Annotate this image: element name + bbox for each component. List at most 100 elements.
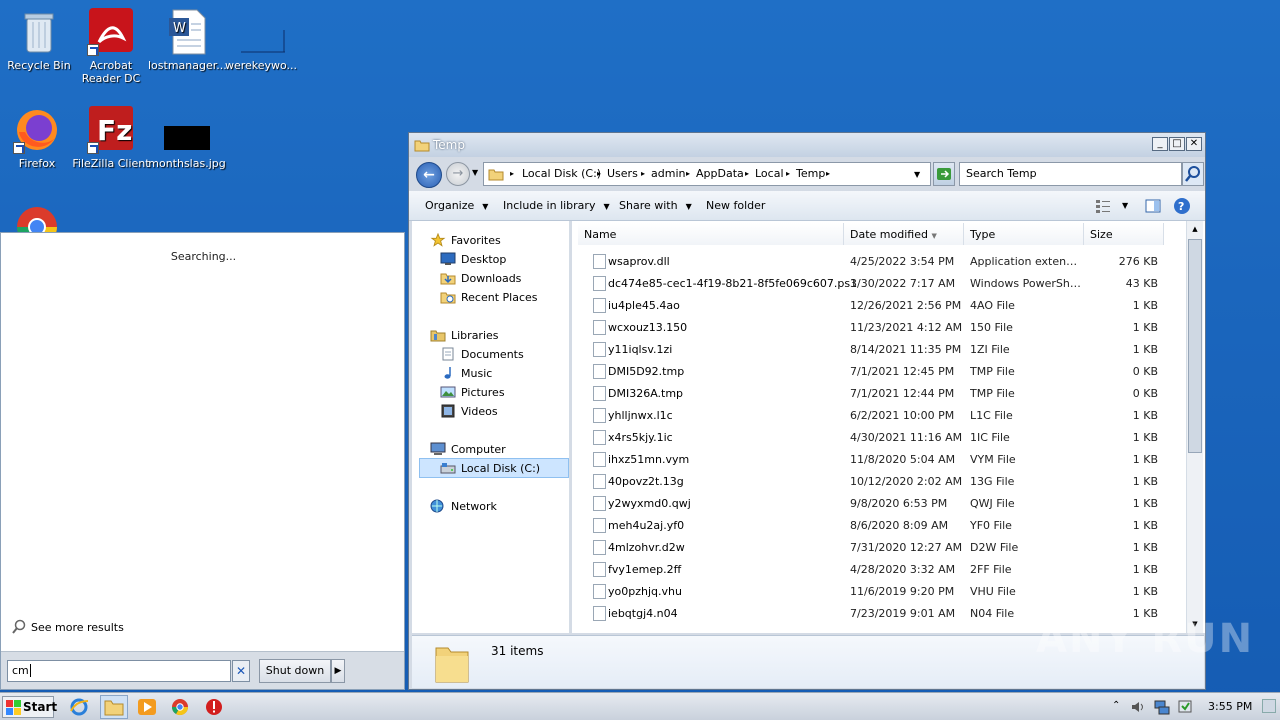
include-in-library-menu[interactable]: Include in library ▼ xyxy=(503,199,610,212)
chrome-icon[interactable] xyxy=(169,697,191,717)
nav-videos[interactable]: Videos xyxy=(440,402,498,420)
internet-explorer-icon[interactable] xyxy=(68,697,90,717)
address-bar[interactable]: ▸ Local Disk (C:) ▸ Users ▸ admin ▸ AppD… xyxy=(483,162,931,186)
file-row[interactable]: yo0pzhjq.vhu 11/6/2019 9:20 PM VHU File 1 K… xyxy=(572,581,1184,603)
title-bar[interactable]: Temp _ □ ✕ xyxy=(409,133,1205,157)
chrome-desktop-icon-partial[interactable] xyxy=(14,204,60,232)
file-row[interactable]: yhlljnwx.l1c 6/2/2021 10:00 PM L1C File 1 K… xyxy=(572,405,1184,427)
clear-search-icon[interactable]: ✕ xyxy=(232,660,250,682)
breadcrumb-arrow-icon[interactable]: ▸ xyxy=(597,169,601,178)
preview-pane-icon[interactable] xyxy=(1145,198,1161,214)
start-search-input[interactable]: cm xyxy=(7,660,231,682)
nav-recent-places[interactable]: Recent Places xyxy=(440,288,538,306)
file-row[interactable]: DMI326A.tmp 7/1/2021 12:44 PM TMP File 0 KB xyxy=(572,383,1184,405)
file-row[interactable]: ihxz51mn.vym 11/8/2020 5:04 AM VYM File 1 K… xyxy=(572,449,1184,471)
breadcrumb-admin[interactable]: admin xyxy=(651,167,685,180)
file-date-modified: 11/8/2020 5:04 AM xyxy=(850,453,956,466)
volume-icon[interactable] xyxy=(1130,699,1146,715)
organize-menu[interactable]: Organize ▼ xyxy=(425,199,488,212)
view-options-icon[interactable] xyxy=(1095,198,1111,214)
file-row[interactable]: 40povz2t.13g 10/12/2020 2:02 AM 13G File 1 … xyxy=(572,471,1184,493)
refresh-button[interactable] xyxy=(933,162,955,186)
scroll-up-icon[interactable]: ▲ xyxy=(1188,222,1202,236)
breadcrumb-temp[interactable]: Temp xyxy=(796,167,825,180)
file-row[interactable]: y11iqlsv.1zi 8/14/2021 11:35 PM 1ZI File 1 … xyxy=(572,339,1184,361)
desktop-icon-recycle-bin[interactable]: Recycle Bin xyxy=(0,8,78,72)
file-row[interactable]: x4rs5kjy.1ic 4/30/2021 11:16 AM 1IC File 1 … xyxy=(572,427,1184,449)
breadcrumb-arrow-icon[interactable]: ▸ xyxy=(510,169,514,178)
file-row[interactable]: wsaprov.dll 4/25/2022 3:54 PM Application … xyxy=(572,251,1184,273)
column-header-type[interactable]: Type xyxy=(964,223,1084,245)
nav-network[interactable]: Network xyxy=(430,497,497,515)
new-folder-button[interactable]: New folder xyxy=(706,199,765,212)
breadcrumb-arrow-icon[interactable]: ▸ xyxy=(745,169,749,178)
maximize-button[interactable]: □ xyxy=(1169,137,1185,151)
file-row[interactable]: dc474e85-cec1-4f19-8b21-8f5fe069c607.ps1… xyxy=(572,273,1184,295)
breadcrumb-appdata[interactable]: AppData xyxy=(696,167,744,180)
help-icon[interactable]: ? xyxy=(1173,197,1191,215)
file-size: 0 KB xyxy=(1132,387,1158,400)
nav-desktop[interactable]: Desktop xyxy=(440,250,506,268)
file-row[interactable]: wcxouz13.150 11/23/2021 4:12 AM 150 File 1 … xyxy=(572,317,1184,339)
desktop-icon-jpg[interactable]: monthslas.jpg xyxy=(148,106,226,170)
file-row[interactable]: fvy1emep.2ff 4/28/2020 3:32 AM 2FF File 1 K… xyxy=(572,559,1184,581)
security-alert-icon[interactable] xyxy=(203,697,225,717)
scrollbar-thumb[interactable] xyxy=(1188,239,1202,453)
nav-music[interactable]: Music xyxy=(440,364,492,382)
nav-label: Pictures xyxy=(461,385,505,399)
nav-local-disk[interactable]: Local Disk (C:) xyxy=(419,458,569,478)
desktop-icon-filezilla[interactable]: Fz FileZilla Client xyxy=(72,106,150,170)
column-header-name[interactable]: Name xyxy=(578,223,844,245)
close-button[interactable]: ✕ xyxy=(1186,137,1202,151)
media-player-icon[interactable] xyxy=(136,697,158,717)
show-hidden-icons-arrow[interactable]: ⌃ xyxy=(1112,700,1120,711)
clock[interactable]: 3:55 PM xyxy=(1208,700,1252,713)
search-button[interactable] xyxy=(1182,162,1204,186)
breadcrumb-arrow-icon[interactable]: ▸ xyxy=(826,169,830,178)
address-dropdown-icon[interactable]: ▼ xyxy=(914,170,920,179)
show-desktop-button[interactable] xyxy=(1262,699,1276,713)
desktop-icon-acrobat[interactable]: Acrobat Reader DC xyxy=(72,8,150,85)
shutdown-options-arrow-icon[interactable]: ▶ xyxy=(331,659,345,683)
column-header-date-modified[interactable]: Date modified ▼ xyxy=(844,223,964,245)
column-header-size[interactable]: Size xyxy=(1084,223,1164,245)
view-dropdown-icon[interactable]: ▼ xyxy=(1122,201,1128,210)
action-center-icon[interactable] xyxy=(1176,698,1194,716)
nav-libraries[interactable]: Libraries xyxy=(430,326,499,344)
nav-downloads[interactable]: Downloads xyxy=(440,269,521,287)
nav-label: Computer xyxy=(451,442,506,456)
file-row[interactable]: 4mlzohvr.d2w 7/31/2020 12:27 AM D2W File 1 … xyxy=(572,537,1184,559)
nav-computer[interactable]: Computer xyxy=(430,440,506,458)
minimize-button[interactable]: _ xyxy=(1152,137,1168,151)
nav-documents[interactable]: Documents xyxy=(440,345,524,363)
desktop-icon-word-doc[interactable]: W lostmanager... xyxy=(148,8,227,72)
file-row[interactable]: meh4u2aj.yf0 8/6/2020 8:09 AM YF0 File 1 KB xyxy=(572,515,1184,537)
breadcrumb-local[interactable]: Local xyxy=(755,167,784,180)
breadcrumb-arrow-icon[interactable]: ▸ xyxy=(686,169,690,178)
file-name: yhlljnwx.l1c xyxy=(608,409,673,422)
breadcrumb-arrow-icon[interactable]: ▸ xyxy=(786,169,790,178)
back-button[interactable]: ← xyxy=(416,162,442,188)
network-tray-icon[interactable] xyxy=(1153,698,1171,716)
share-with-menu[interactable]: Share with ▼ xyxy=(619,199,692,212)
see-more-results-link[interactable]: See more results xyxy=(11,619,124,635)
file-row[interactable]: DMI5D92.tmp 7/1/2021 12:45 PM TMP File 0 KB xyxy=(572,361,1184,383)
forward-button[interactable]: → xyxy=(446,162,470,186)
breadcrumb-users[interactable]: Users xyxy=(607,167,638,180)
desktop-icon-blank-file[interactable]: werekeywo... xyxy=(222,8,300,72)
shutdown-button[interactable]: Shut down xyxy=(259,659,331,683)
search-input[interactable]: Search Temp xyxy=(959,162,1182,186)
file-row[interactable]: y2wyxmd0.qwj 9/8/2020 6:53 PM QWJ File 1 KB xyxy=(572,493,1184,515)
explorer-taskbar-button[interactable] xyxy=(100,695,128,719)
file-row[interactable]: iu4ple45.4ao 12/26/2021 2:56 PM 4AO File 1 … xyxy=(572,295,1184,317)
nav-pictures[interactable]: Pictures xyxy=(440,383,505,401)
breadcrumb-local-disk[interactable]: Local Disk (C:) xyxy=(522,167,601,180)
nav-favorites[interactable]: Favorites xyxy=(430,231,501,249)
desktop-icon-firefox[interactable]: Firefox xyxy=(0,106,76,170)
recent-pages-chevron-icon[interactable]: ▼ xyxy=(472,168,478,177)
start-button[interactable]: Start xyxy=(2,696,57,718)
file-icon xyxy=(593,562,606,577)
breadcrumb-arrow-icon[interactable]: ▸ xyxy=(641,169,645,178)
file-type: 150 File xyxy=(970,321,1013,334)
vertical-scrollbar[interactable]: ▲ ▼ xyxy=(1186,221,1203,633)
